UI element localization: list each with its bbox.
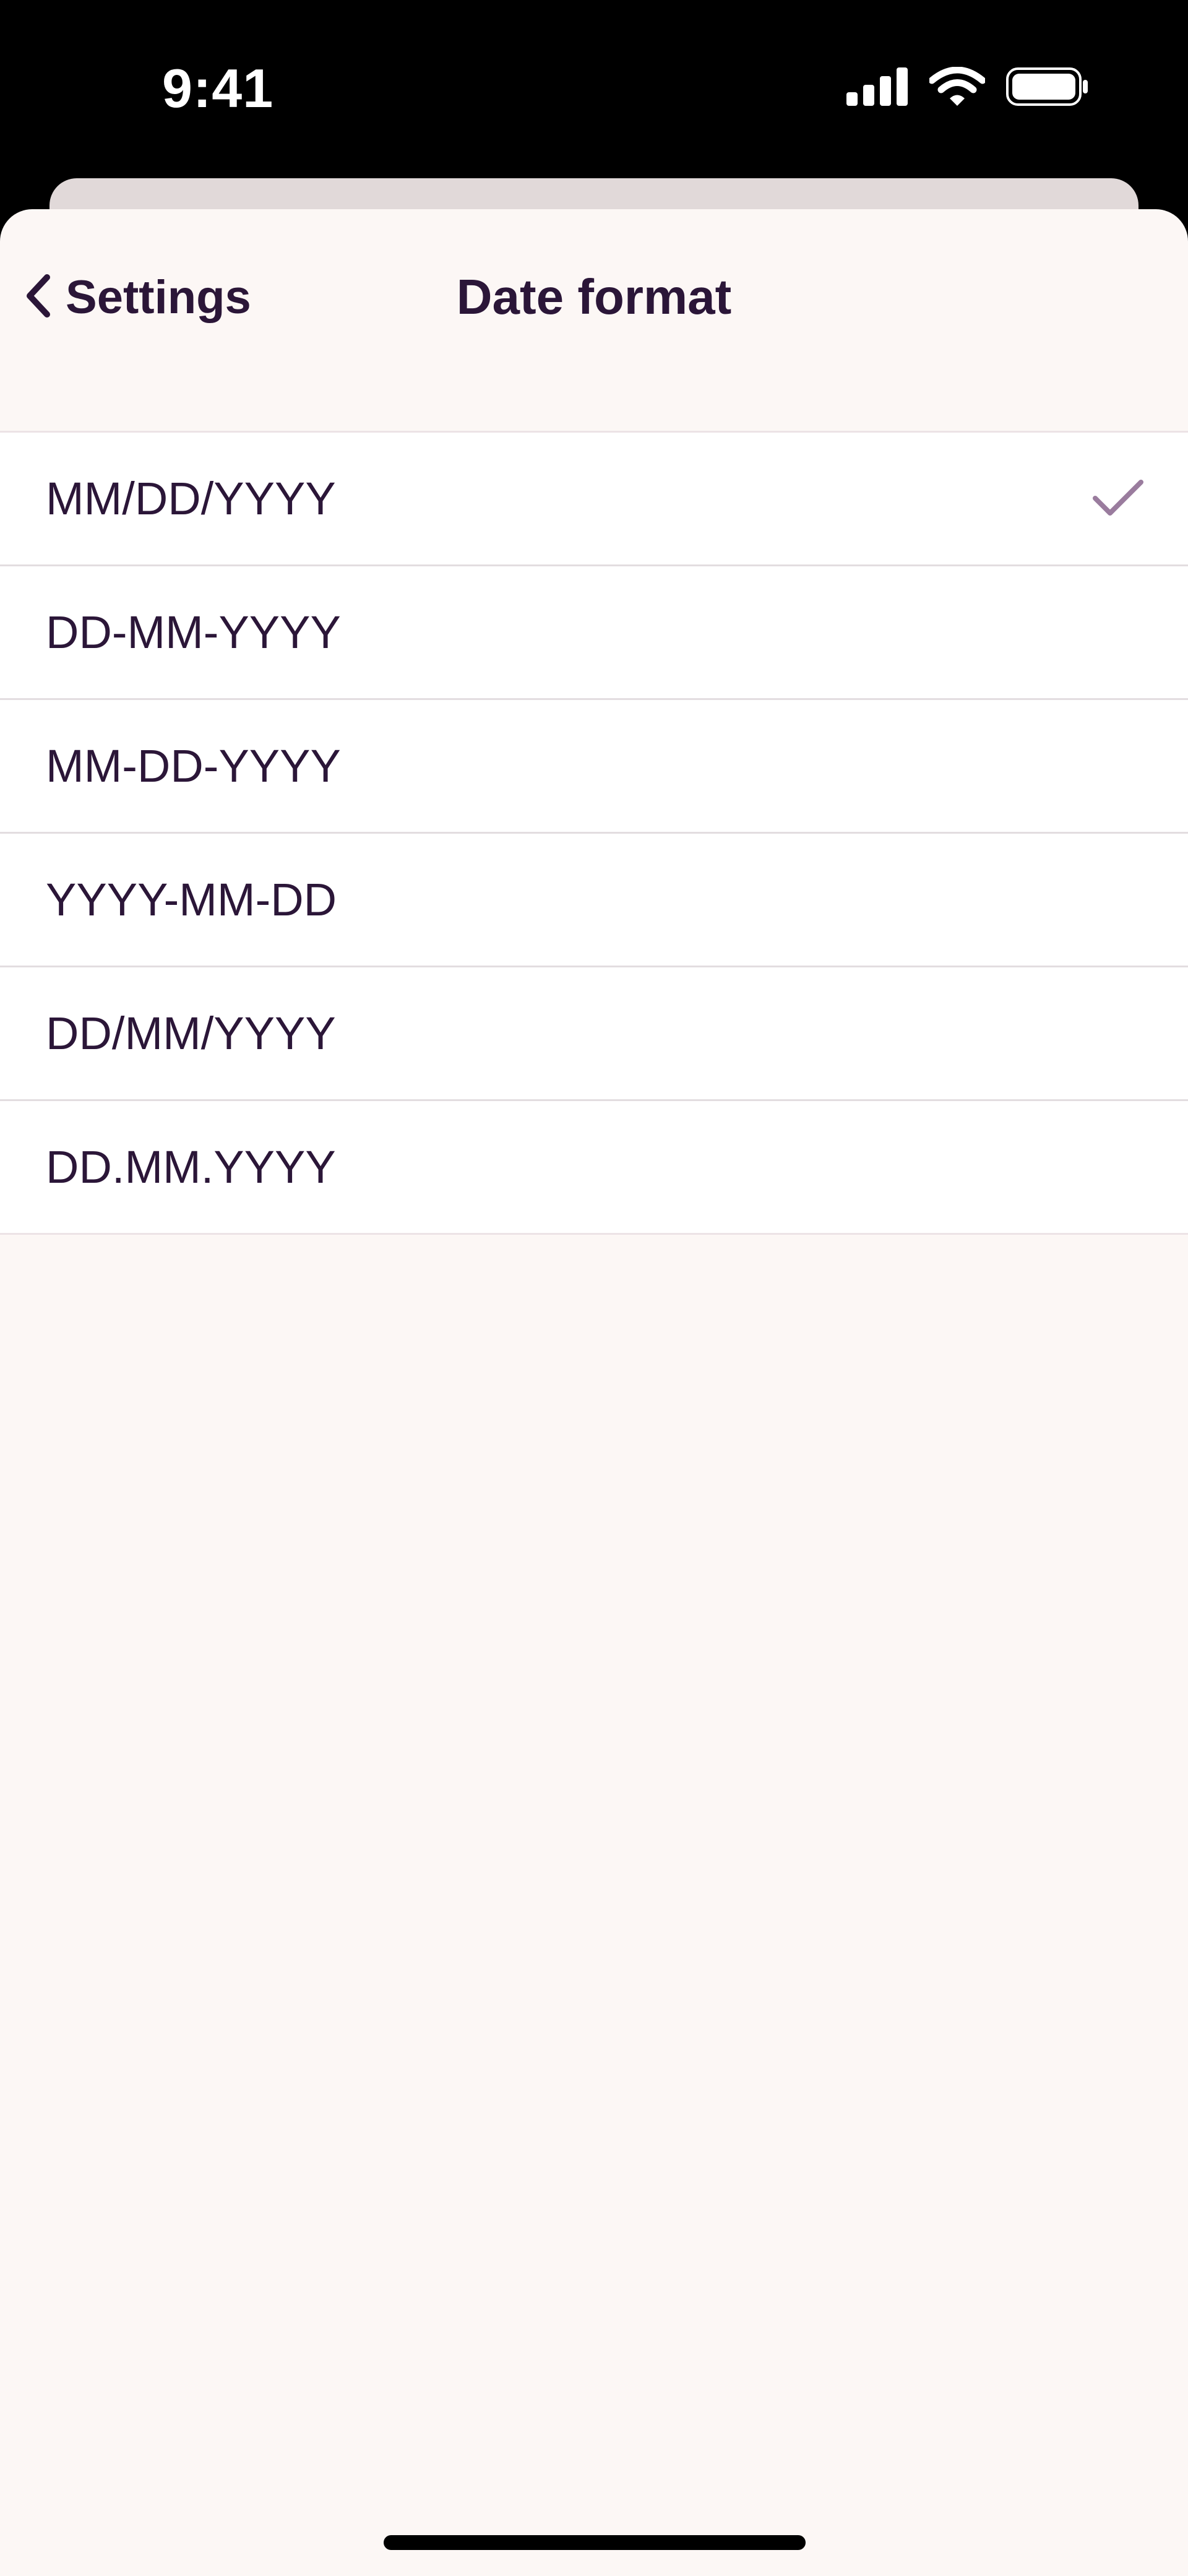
date-format-option[interactable]: MM-DD-YYYY bbox=[0, 700, 1188, 834]
home-indicator bbox=[384, 2535, 806, 2550]
option-label: MM/DD/YYYY bbox=[46, 473, 336, 524]
option-label: DD.MM.YYYY bbox=[46, 1141, 336, 1193]
back-button-label: Settings bbox=[66, 270, 251, 324]
battery-icon bbox=[1006, 67, 1089, 109]
option-label: DD/MM/YYYY bbox=[46, 1008, 336, 1059]
date-format-option[interactable]: DD-MM-YYYY bbox=[0, 566, 1188, 700]
date-format-option[interactable]: DD.MM.YYYY bbox=[0, 1101, 1188, 1233]
back-button[interactable]: Settings bbox=[25, 266, 251, 328]
chevron-left-icon bbox=[25, 272, 52, 322]
status-bar: 9:41 bbox=[0, 0, 1188, 179]
option-label: DD-MM-YYYY bbox=[46, 607, 341, 658]
date-format-option[interactable]: DD/MM/YYYY bbox=[0, 967, 1188, 1101]
date-format-option[interactable]: MM/DD/YYYY bbox=[0, 433, 1188, 566]
wifi-icon bbox=[928, 66, 986, 110]
modal-sheet: Date format Settings MM/DD/YYYY DD-MM-YY… bbox=[0, 209, 1188, 2576]
checkmark-icon bbox=[1091, 477, 1145, 518]
status-icons bbox=[846, 66, 1089, 110]
option-label: MM-DD-YYYY bbox=[46, 740, 341, 792]
option-label: YYYY-MM-DD bbox=[46, 874, 337, 925]
navigation-bar: Date format Settings bbox=[0, 209, 1188, 395]
date-format-option[interactable]: YYYY-MM-DD bbox=[0, 834, 1188, 967]
status-time: 9:41 bbox=[162, 58, 274, 119]
cellular-signal-icon bbox=[846, 67, 908, 109]
date-format-options-list: MM/DD/YYYY DD-MM-YYYY MM-DD-YYYY YYYY-MM… bbox=[0, 431, 1188, 1235]
